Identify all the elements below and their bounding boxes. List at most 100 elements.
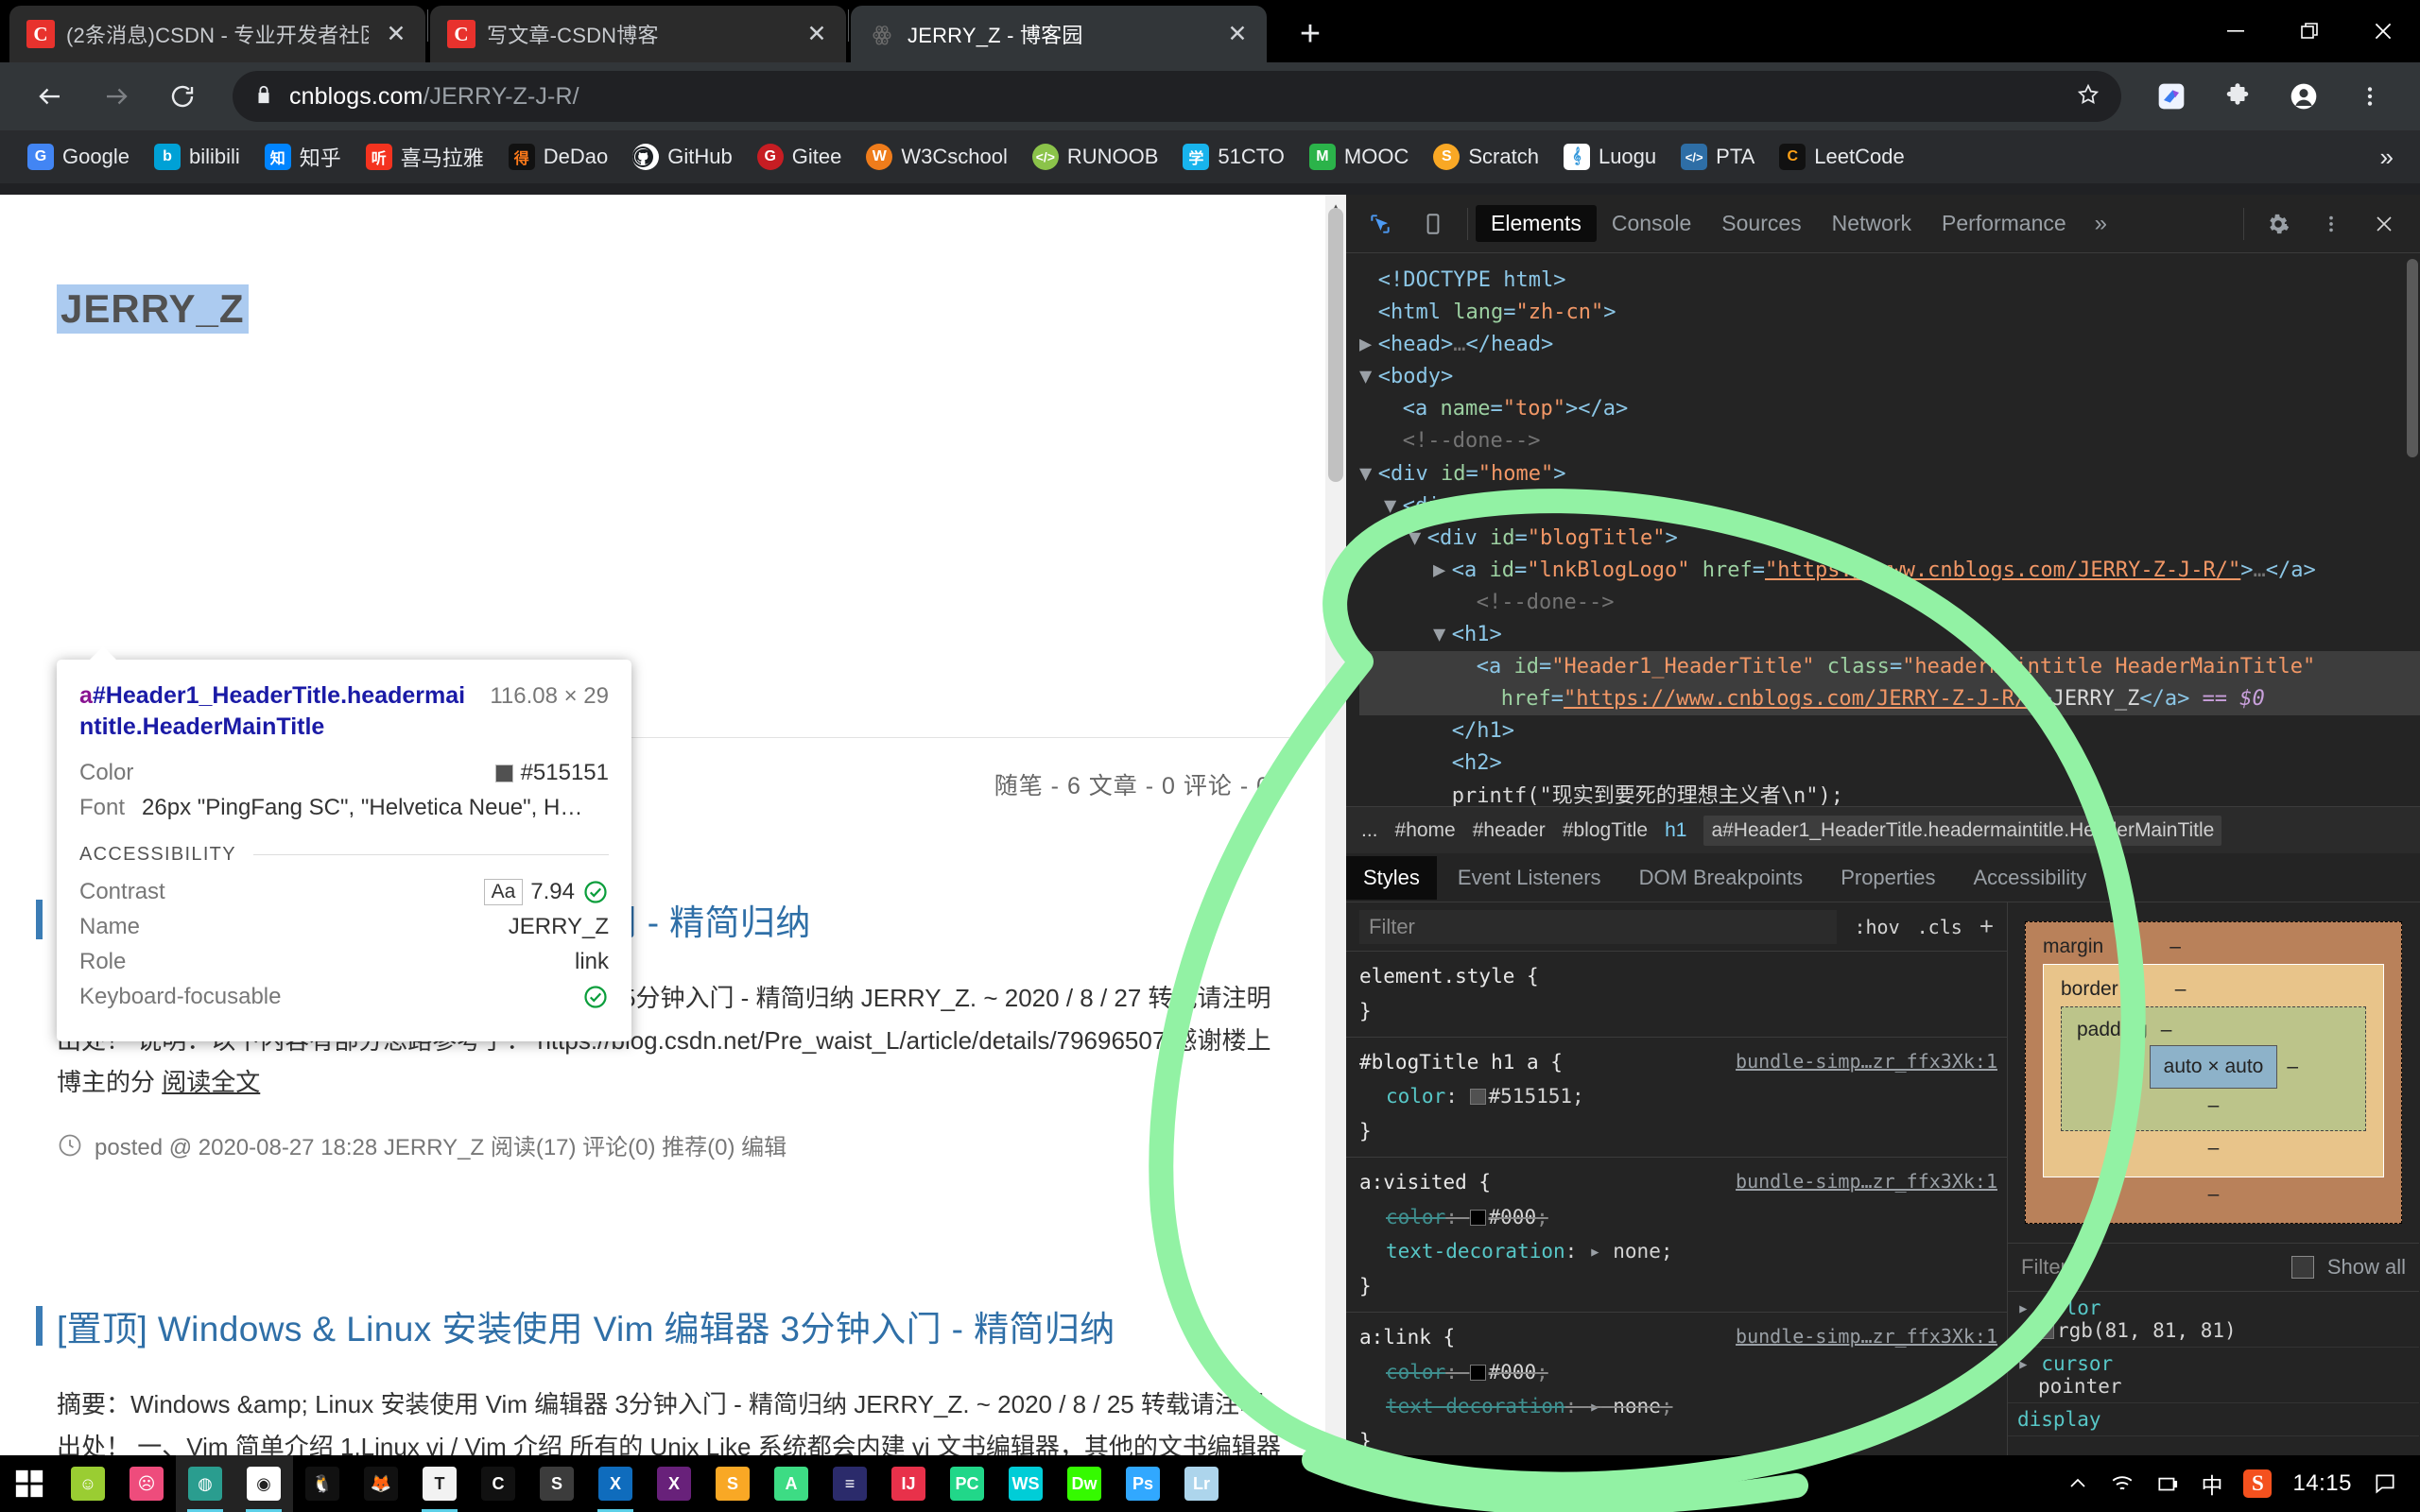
page-scrollbar[interactable]: ▲ ▼	[1325, 195, 1346, 1455]
minimize-icon[interactable]	[2199, 0, 2273, 62]
ime-indicator[interactable]: 中	[2201, 1468, 2222, 1500]
taskbar-app-notepad-icon[interactable]: T	[410, 1455, 469, 1512]
forward-arrow-icon[interactable]	[87, 67, 146, 126]
settings-gear-icon[interactable]	[2252, 198, 2305, 250]
box-model-margin[interactable]: margin – border –	[2025, 921, 2402, 1224]
css-rule[interactable]: bundle-simp…zr_ffx3Xk:1a:link {color: #0…	[1346, 1313, 2007, 1468]
bookmark-w3cschool[interactable]: WW3Cschool	[856, 138, 1017, 176]
blog-title-link[interactable]: JERRY_Z	[57, 284, 249, 334]
bookmark-zhihu[interactable]: 知知乎	[254, 136, 352, 178]
inspect-icon[interactable]	[1354, 198, 1407, 250]
dom-tree-line[interactable]: printf("现实到要死的理想主义者\n");	[1359, 781, 2420, 807]
css-declaration[interactable]: text-decoration: ▸ none;	[1359, 1389, 2007, 1424]
scrollbar-thumb[interactable]	[1328, 208, 1343, 482]
cls-toggle[interactable]: .cls	[1917, 916, 1962, 938]
close-icon[interactable]: ✕	[801, 18, 833, 50]
breadcrumb-h1[interactable]: h1	[1665, 819, 1686, 842]
box-model-border[interactable]: border – padding –	[2043, 964, 2384, 1177]
bookmark-luogu[interactable]: 𝄞Luogu	[1553, 138, 1667, 176]
close-icon[interactable]: ✕	[380, 18, 412, 50]
taskbar-app-lightroom-icon[interactable]: Lr	[1172, 1455, 1231, 1512]
taskbar-clock[interactable]: 14:15	[2292, 1470, 2352, 1497]
css-rule-source[interactable]: bundle-simp…zr_ffx3Xk:1	[1736, 1045, 1997, 1078]
color-swatch[interactable]	[1470, 1089, 1486, 1105]
dom-tree-line[interactable]: <h2>	[1359, 747, 2420, 780]
dom-tree-line[interactable]: ▶<a id="lnkBlogLogo" href="https://www.c…	[1359, 555, 2420, 587]
dom-tree-line[interactable]: ▼<div id="home">	[1359, 458, 2420, 490]
dom-tree-line[interactable]: <html lang="zh-cn">	[1359, 297, 2420, 329]
taskbar-app-webstorm-icon[interactable]: WS	[996, 1455, 1055, 1512]
bookmarks-overflow-chevron-icon[interactable]: »	[2371, 143, 2403, 172]
bookmark-mooc[interactable]: MMOOC	[1299, 138, 1419, 176]
dom-tree-line[interactable]: <!--done-->	[1359, 587, 2420, 619]
box-model-padding[interactable]: padding – – auto × auto – –	[2061, 1006, 2366, 1131]
devtools-tab-elements[interactable]: Elements	[1476, 205, 1597, 242]
wifi-icon[interactable]	[2110, 1471, 2135, 1496]
css-property-name[interactable]: color	[1386, 1361, 1445, 1383]
taskbar-app-smiley-pink-icon[interactable]: ☹	[117, 1455, 176, 1512]
taskbar-app-photoshop-icon[interactable]: Ps	[1114, 1455, 1172, 1512]
browser-tab-3-active[interactable]: ꙮ JERRY_Z - 博客园 ✕	[851, 6, 1267, 62]
dom-tree-line[interactable]: ▼<h1>	[1359, 619, 2420, 651]
expand-chevron-icon[interactable]: ▸	[2017, 1297, 2030, 1319]
star-icon[interactable]	[2076, 82, 2100, 112]
css-property-name[interactable]: text-decoration	[1386, 1240, 1565, 1263]
breadcrumb-current-anchor[interactable]: a#Header1_HeaderTitle.headermaintitle.He…	[1703, 816, 2221, 846]
bookmark-pta[interactable]: </>PTA	[1670, 138, 1765, 176]
dom-tree-line[interactable]: <a id="Header1_HeaderTitle" class="heade…	[1359, 651, 2420, 683]
pane-tab-event-listeners[interactable]: Event Listeners	[1441, 856, 1618, 900]
windows-start-icon[interactable]	[0, 1455, 59, 1512]
css-declaration[interactable]: color: #000;	[1359, 1355, 2007, 1390]
css-property-value[interactable]: none	[1613, 1395, 1661, 1418]
color-swatch[interactable]	[1470, 1365, 1486, 1381]
dom-tree-line[interactable]: ▼<div id="header">	[1359, 490, 2420, 523]
browser-tab-2[interactable]: C 写文章-CSDN博客 ✕	[430, 6, 846, 62]
bookmark-bilibili[interactable]: bbilibili	[144, 138, 251, 176]
dom-tree-line[interactable]: </h1>	[1359, 715, 2420, 747]
taskbar-app-linux-tux-icon[interactable]: 🐧	[293, 1455, 352, 1512]
restore-icon[interactable]	[2273, 0, 2346, 62]
devtools-tab-performance[interactable]: Performance	[1927, 205, 2082, 242]
browser-tab-1[interactable]: C (2条消息)CSDN - 专业开发者社区 ✕	[9, 6, 425, 62]
taskbar-app-pycharm-icon[interactable]: PC	[938, 1455, 996, 1512]
dom-tree-line[interactable]: ▼<body>	[1359, 361, 2420, 393]
device-toolbar-icon[interactable]	[1407, 198, 1460, 250]
menu-icon[interactable]	[2341, 67, 2399, 126]
taskbar-app-chrome-icon[interactable]: ◉	[234, 1455, 293, 1512]
taskbar-app-scratch-icon[interactable]: S	[703, 1455, 762, 1512]
extensions-icon[interactable]	[2208, 67, 2267, 126]
breadcrumb-header[interactable]: #header	[1473, 819, 1546, 842]
dom-tree-line[interactable]: <!DOCTYPE html>	[1359, 265, 2420, 297]
taskbar-app-firefox-icon[interactable]: 🦊	[352, 1455, 410, 1512]
css-rule[interactable]: element.style {}	[1346, 952, 2007, 1038]
bookmark-51cto[interactable]: 学51CTO	[1172, 138, 1295, 176]
css-property-name[interactable]: color	[1386, 1206, 1445, 1228]
post-title-link-2[interactable]: [置顶] Windows & Linux 安装使用 Vim 编辑器 3分钟入门 …	[57, 1300, 1286, 1351]
reload-icon[interactable]	[153, 67, 212, 126]
new-tab-button[interactable]: +	[1284, 8, 1337, 60]
bookmark-google[interactable]: GGoogle	[17, 138, 140, 176]
dom-tree[interactable]: <!DOCTYPE html> <html lang="zh-cn">▶<hea…	[1346, 253, 2420, 806]
taskbar-app-smiley-green-icon[interactable]: ☺	[59, 1455, 117, 1512]
expand-chevron-icon[interactable]: ▸	[1589, 1395, 1601, 1418]
css-property-value[interactable]: #000	[1489, 1206, 1537, 1228]
breadcrumb-ellipsis[interactable]: ...	[1361, 819, 1378, 842]
taskbar-app-dreamweaver-icon[interactable]: Dw	[1055, 1455, 1114, 1512]
computed-property-display[interactable]: display	[2008, 1403, 2419, 1436]
taskbar-app-wechat-web-icon[interactable]: ◍	[176, 1455, 234, 1512]
bookmark-leetcode[interactable]: CLeetCode	[1769, 138, 1914, 176]
read-more-link[interactable]: 阅读全文	[162, 1068, 260, 1096]
kiwi-icon[interactable]	[2142, 67, 2201, 126]
breadcrumb-blogtitle[interactable]: #blogTitle	[1563, 819, 1648, 842]
dom-tree-line[interactable]: <!--done-->	[1359, 425, 2420, 457]
pane-tab-properties[interactable]: Properties	[1824, 856, 1952, 900]
hov-toggle[interactable]: :hov	[1854, 916, 1899, 938]
pane-tab-dom-breakpoints[interactable]: DOM Breakpoints	[1622, 856, 1821, 900]
taskbar-app-sublime-icon[interactable]: S	[527, 1455, 586, 1512]
profile-icon[interactable]	[2274, 67, 2333, 126]
new-style-rule-button[interactable]: +	[1979, 912, 1994, 941]
css-declaration[interactable]: text-decoration: ▸ none;	[1359, 1234, 2007, 1269]
css-rule[interactable]: bundle-simp…zr_ffx3Xk:1#blogTitle h1 a {…	[1346, 1038, 2007, 1158]
bookmark-ximalaya[interactable]: 听喜马拉雅	[355, 136, 494, 178]
close-icon[interactable]: ✕	[1221, 18, 1253, 50]
